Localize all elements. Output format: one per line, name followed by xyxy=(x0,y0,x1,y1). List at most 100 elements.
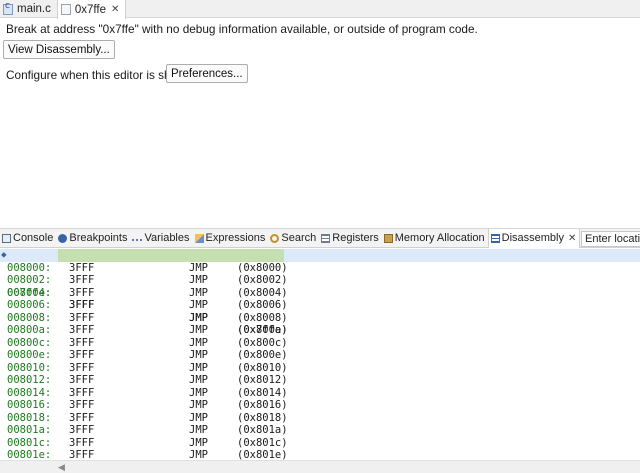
row-address: 00801c: xyxy=(7,436,52,449)
row-address: 008010: xyxy=(7,361,52,374)
location-input[interactable]: Enter location xyxy=(581,231,640,247)
row-opcode: 3FFF xyxy=(69,424,95,436)
row-address: 008014: xyxy=(7,386,52,399)
disassembly-row[interactable]: 008008: 3FFF JMP (0x8008) xyxy=(0,312,640,325)
row-mnemonic: JMP xyxy=(189,399,208,411)
tab-label: Disassembly xyxy=(501,232,564,244)
tab-search[interactable]: Search xyxy=(268,229,319,248)
scroll-left-icon[interactable]: ◀ xyxy=(58,462,65,473)
tab-memory-allocation[interactable]: Memory Allocation xyxy=(382,229,488,248)
disassembly-row[interactable]: 00800e: 3FFF JMP (0x800e) xyxy=(0,349,640,362)
row-argument: (0x8014) xyxy=(237,386,288,399)
disassembly-row[interactable]: 008006: 3FFF JMP (0x8006) xyxy=(0,299,640,312)
row-mnemonic: JMP xyxy=(189,311,208,324)
c-file-icon xyxy=(3,1,13,15)
row-argument: (0x800a) xyxy=(237,324,288,336)
disassembly-row[interactable]: 008014: 3FFF JMP (0x8014) xyxy=(0,387,640,400)
disassembly-row[interactable]: 00801c: 3FFF JMP (0x801c) xyxy=(0,437,640,450)
row-mnemonic: JMP xyxy=(189,299,208,311)
row-mnemonic: JMP xyxy=(189,411,208,424)
row-address: 00800e: xyxy=(7,349,52,361)
configure-label: Configure when this editor is shown xyxy=(6,68,193,82)
close-icon[interactable]: ✕ xyxy=(111,4,119,15)
row-mnemonic: JMP xyxy=(189,286,208,299)
tab-label: Breakpoints xyxy=(69,232,128,244)
disassembly-row[interactable]: 00801a: 3FFF JMP (0x801a) xyxy=(0,424,640,437)
row-opcode: 3FFF xyxy=(69,311,95,324)
row-mnemonic: JMP xyxy=(189,386,208,399)
tab-label: Registers xyxy=(332,232,379,244)
row-opcode: 3FFF xyxy=(69,299,95,311)
row-mnemonic: JMP xyxy=(189,324,208,336)
row-opcode: 3FFF xyxy=(69,436,95,449)
tab-0x7ffe[interactable]: 0x7ffe ✕ xyxy=(56,0,127,19)
row-mnemonic: JMP xyxy=(189,449,208,460)
row-mnemonic: JMP xyxy=(189,336,208,349)
row-address: 00801a: xyxy=(7,424,52,436)
row-argument: (0x8016) xyxy=(237,399,288,411)
disassembly-row[interactable]: 008010: 3FFF JMP (0x8010) xyxy=(0,362,640,375)
row-opcode: 3FFF xyxy=(69,261,95,274)
break-message: Break at address "0x7ffe" with no debug … xyxy=(6,22,478,36)
row-argument: (0x8010) xyxy=(237,361,288,374)
row-opcode: 3FFF xyxy=(69,324,95,336)
preferences-button[interactable]: Preferences... xyxy=(166,64,248,83)
disassembly-row[interactable]: 00801e: 3FFF JMP (0x801e) xyxy=(0,449,640,460)
row-mnemonic: JMP xyxy=(189,274,208,286)
row-argument: (0x801c) xyxy=(237,436,288,449)
row-address: 00800a: xyxy=(7,324,52,336)
tab-main-c[interactable]: main.c xyxy=(0,0,57,18)
tab-expressions[interactable]: Expressions xyxy=(193,229,269,248)
row-address: 008012: xyxy=(7,374,52,386)
tab-breakpoints[interactable]: Breakpoints xyxy=(56,229,130,248)
tab-label: Console xyxy=(13,232,54,244)
row-mnemonic: JMP xyxy=(189,361,208,374)
disassembly-row[interactable]: 008004: 3FFF JMP (0x8004) xyxy=(0,287,640,300)
row-mnemonic: JMP xyxy=(189,436,208,449)
row-address: 008006: xyxy=(7,299,52,311)
breakpoints-icon xyxy=(58,233,68,243)
row-opcode: 3FFF xyxy=(69,349,95,361)
console-icon xyxy=(2,233,11,243)
tab-label: Search xyxy=(281,232,317,244)
view-disassembly-button[interactable]: View Disassembly... xyxy=(3,40,115,59)
row-opcode: 3FFF xyxy=(69,374,95,386)
tab-label: Memory Allocation xyxy=(394,232,485,244)
tab-console[interactable]: Console xyxy=(0,229,56,248)
row-opcode: 3FFF xyxy=(69,449,95,460)
disassembly-row[interactable]: 008000: 3FFF JMP (0x8000) xyxy=(0,262,640,275)
disassembly-editor-icon xyxy=(60,4,71,15)
current-instruction-highlight xyxy=(58,249,284,262)
tab-label: main.c xyxy=(17,3,51,15)
disassembly-row[interactable]: 008018: 3FFF JMP (0x8018) xyxy=(0,412,640,425)
disassembly-row-current[interactable]: ⬥ 007ffe: 3FFF JMP (0x7ffe) xyxy=(0,249,640,336)
row-argument: (0x8008) xyxy=(237,311,288,324)
horizontal-scrollbar[interactable]: ◀ xyxy=(0,460,640,473)
row-address: 008008: xyxy=(7,311,52,324)
tab-disassembly[interactable]: Disassembly ✕ xyxy=(487,228,581,248)
row-argument: (0x8002) xyxy=(237,274,288,286)
row-mnemonic: JMP xyxy=(189,261,208,274)
row-opcode: 3FFF xyxy=(69,386,95,399)
tab-variables[interactable]: Variables xyxy=(130,229,192,248)
row-argument: (0x801a) xyxy=(237,424,288,436)
row-argument: (0x800c) xyxy=(237,336,288,349)
tab-registers[interactable]: Registers xyxy=(319,229,381,248)
disassembly-row[interactable]: 00800c: 3FFF JMP (0x800c) xyxy=(0,337,640,350)
disassembly-row[interactable]: 00800a: 3FFF JMP (0x800a) xyxy=(0,324,640,337)
expressions-icon xyxy=(194,233,204,243)
close-icon[interactable]: ✕ xyxy=(568,233,576,244)
disassembly-row[interactable]: 008002: 3FFF JMP (0x8002) xyxy=(0,274,640,287)
row-opcode: 3FFF xyxy=(69,286,95,299)
row-opcode: 3FFF xyxy=(69,274,95,286)
tab-label: Variables xyxy=(144,232,190,244)
disassembly-view: ⬥ 007ffe: 3FFF JMP (0x7ffe) 008000: 3FFF J… xyxy=(0,249,640,460)
row-argument: (0x8000) xyxy=(237,261,288,274)
row-argument: (0x8012) xyxy=(237,374,288,386)
disassembly-row[interactable]: 008016: 3FFF JMP (0x8016) xyxy=(0,399,640,412)
editor-area: Break at address "0x7ffe" with no debug … xyxy=(0,19,640,227)
row-argument: (0x8018) xyxy=(237,411,288,424)
row-address: 00800c: xyxy=(7,336,52,349)
disassembly-row[interactable]: 008012: 3FFF JMP (0x8012) xyxy=(0,374,640,387)
instruction-pointer-icon: ⬥ xyxy=(1,250,7,259)
